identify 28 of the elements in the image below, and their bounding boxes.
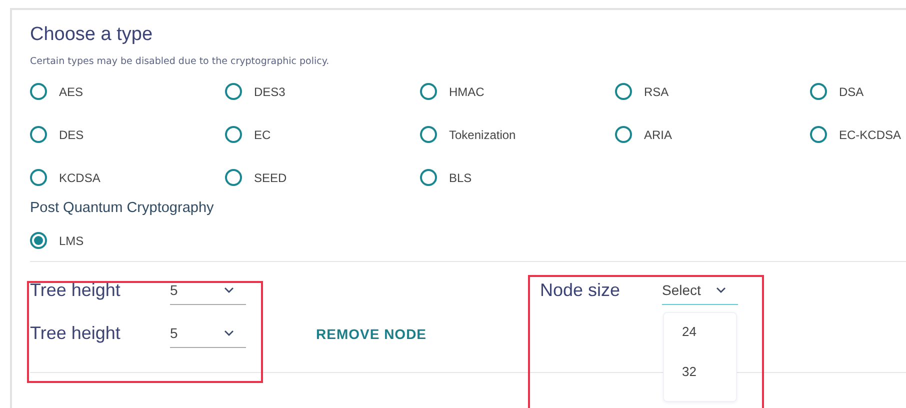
dropdown-option[interactable]: 24 [664,323,736,363]
radio-option[interactable]: KCDSA [30,167,225,188]
section-heading: Post Quantum Cryptography [30,200,215,216]
radio-option[interactable]: EC-KCDSA [810,124,906,145]
field-label: Node size [540,280,622,301]
select-field[interactable]: 5 [170,319,246,348]
radio-option[interactable]: LMS [30,230,225,251]
radio-option[interactable]: HMAC [420,81,615,102]
radio-option[interactable]: DES [30,124,225,145]
radio-option[interactable]: EC [225,124,420,145]
radio-option[interactable]: ARIA [615,124,810,145]
field-label: Tree height [30,323,122,344]
radio-option[interactable]: RSA [615,81,810,102]
policy-note: Certain types may be disabled due to the cryptographic policy. [30,56,330,67]
radio-option[interactable]: DES3 [225,81,420,102]
radio-option[interactable]: BLS [420,167,615,188]
remove-node-button[interactable]: REMOVE NODE [316,322,427,346]
chevron-icon [716,287,726,293]
section-title: Choose a type [30,24,154,46]
select-field[interactable]: 5 [170,276,246,305]
radio-option[interactable]: AES [30,81,225,102]
chevron-icon [224,330,234,336]
radio-option[interactable]: SEED [225,167,420,188]
radio-option[interactable]: Tokenization [420,124,615,145]
dropdown-option[interactable]: 32 [664,363,736,403]
chevron-icon [224,287,234,293]
radio-option[interactable]: DSA [810,81,906,102]
field-label: Tree height [30,280,122,301]
